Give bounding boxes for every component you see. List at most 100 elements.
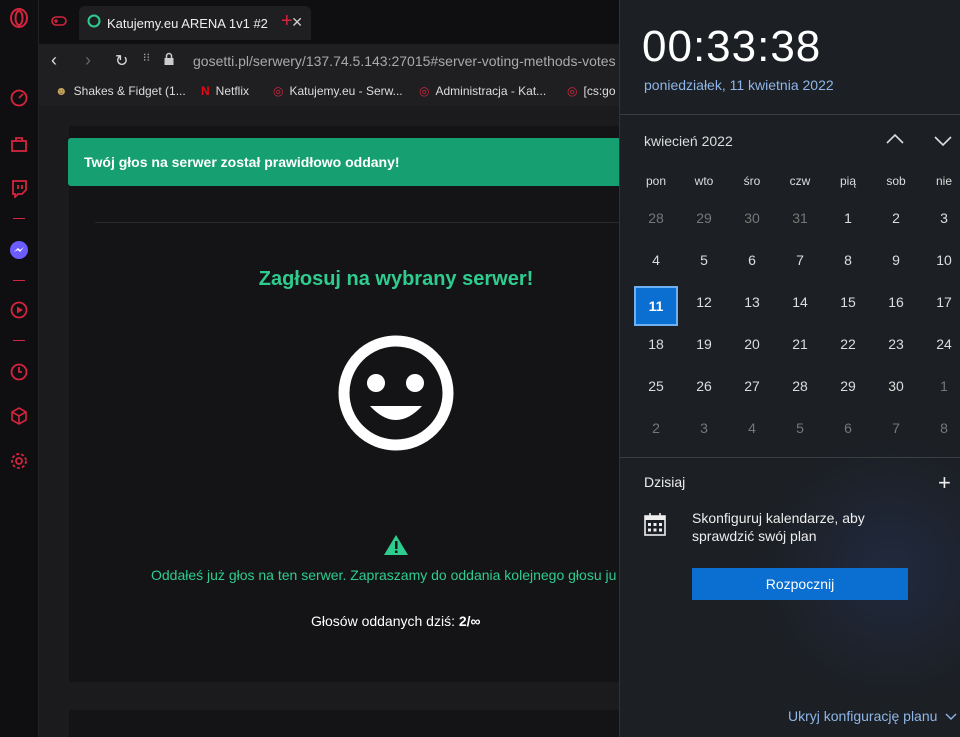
calendar-day[interactable]: 7 bbox=[876, 420, 916, 436]
calendar-flyout: 00:33:38 poniedziałek, 11 kwietnia 2022 … bbox=[619, 0, 960, 737]
weekday-header: pią bbox=[839, 174, 856, 188]
opera-favicon-icon: ◎ bbox=[567, 84, 578, 98]
reload-icon[interactable]: ↻ bbox=[115, 51, 128, 71]
calendar-day[interactable]: 24 bbox=[924, 336, 960, 352]
bookmark-item[interactable]: ◎ [cs:go bbox=[567, 84, 616, 98]
calendar-day[interactable]: 2 bbox=[636, 420, 676, 436]
start-button[interactable]: Rozpocznij bbox=[692, 568, 908, 600]
tab-title: Katujemy.eu ARENA 1v1 #2 bbox=[107, 15, 268, 31]
weekday-header: czw bbox=[789, 174, 811, 188]
calendar-day[interactable]: 2 bbox=[876, 210, 916, 226]
calendar-day[interactable]: 22 bbox=[828, 336, 868, 352]
netflix-favicon-icon: N bbox=[201, 84, 210, 98]
calendar-month[interactable]: kwiecień 2022 bbox=[644, 133, 733, 149]
hide-plan-link[interactable]: Ukryj konfigurację planu bbox=[788, 708, 957, 724]
back-icon[interactable]: ‹ bbox=[51, 50, 57, 71]
add-event-plus-icon[interactable]: + bbox=[938, 470, 951, 496]
calendar-day[interactable]: 6 bbox=[828, 420, 868, 436]
calendar-day[interactable]: 28 bbox=[636, 210, 676, 226]
calendar-day[interactable]: 15 bbox=[828, 294, 868, 310]
calendar-day[interactable]: 9 bbox=[876, 252, 916, 268]
url-field[interactable]: gosetti.pl/serwery/137.74.5.143:27015#se… bbox=[193, 53, 616, 69]
calendar-day[interactable]: 25 bbox=[636, 378, 676, 394]
calendar-day[interactable]: 6 bbox=[732, 252, 772, 268]
bookmark-item[interactable]: N Netflix bbox=[201, 84, 249, 98]
clock-time: 00:33:38 bbox=[642, 22, 822, 71]
calendar-day[interactable]: 1 bbox=[924, 378, 960, 394]
calendar-day[interactable]: 3 bbox=[684, 420, 724, 436]
calendar-day[interactable]: 29 bbox=[684, 210, 724, 226]
calendar-day[interactable]: 5 bbox=[684, 252, 724, 268]
weekday-header: pon bbox=[645, 174, 667, 188]
next-card bbox=[69, 710, 620, 737]
calendar-day[interactable]: 8 bbox=[924, 420, 960, 436]
calendar-day[interactable]: 16 bbox=[876, 294, 916, 310]
chevron-down-icon[interactable] bbox=[934, 134, 952, 152]
gamepad-icon[interactable] bbox=[51, 14, 67, 33]
today-label: Dzisiaj bbox=[644, 474, 686, 490]
warning-message: Oddałeś już głos na ten serwer. Zaprasza… bbox=[151, 567, 617, 583]
calendar-day[interactable]: 30 bbox=[732, 210, 772, 226]
bookmark-item[interactable]: ◎ Katujemy.eu - Serw... bbox=[273, 84, 403, 98]
new-tab-plus-icon[interactable]: + bbox=[281, 10, 293, 33]
site-favicon-icon bbox=[87, 14, 101, 33]
lock-icon[interactable] bbox=[163, 52, 175, 71]
weekday-header: śro bbox=[743, 174, 761, 188]
warning-triangle-icon bbox=[383, 534, 409, 561]
calendar-day[interactable]: 8 bbox=[828, 252, 868, 268]
calendar-day[interactable]: 29 bbox=[828, 378, 868, 394]
twitch-icon[interactable] bbox=[9, 178, 29, 198]
clock-date[interactable]: poniedziałek, 11 kwietnia 2022 bbox=[644, 77, 834, 93]
bookmark-item[interactable]: ◎ Administracja - Kat... bbox=[419, 84, 546, 98]
calendar-day[interactable]: 4 bbox=[732, 420, 772, 436]
calendar-day[interactable]: 14 bbox=[780, 294, 820, 310]
shop-bag-icon[interactable] bbox=[9, 134, 29, 154]
player-icon[interactable] bbox=[9, 300, 29, 320]
calendar-day[interactable]: 7 bbox=[780, 252, 820, 268]
calendar-day[interactable]: 28 bbox=[780, 378, 820, 394]
chevron-up-icon[interactable] bbox=[886, 132, 904, 150]
calendar-day[interactable]: 26 bbox=[684, 378, 724, 394]
vote-card: Zagłosuj na wybrany serwer! Oddałeś już … bbox=[69, 126, 620, 682]
calendar-day[interactable]: 3 bbox=[924, 210, 960, 226]
history-clock-icon[interactable] bbox=[9, 362, 29, 382]
weekday-header: wto bbox=[694, 174, 714, 188]
web-content: Zagłosuj na wybrany serwer! Oddałeś już … bbox=[39, 106, 620, 737]
votes-counter: Głosów oddanych dziś: 2/∞ bbox=[311, 613, 481, 629]
settings-gear-icon[interactable] bbox=[9, 451, 29, 471]
forward-icon[interactable]: › bbox=[85, 50, 91, 71]
calendar-day[interactable]: 4 bbox=[636, 252, 676, 268]
calendar-day[interactable]: 23 bbox=[876, 336, 916, 352]
calendar-day[interactable]: 10 bbox=[924, 252, 960, 268]
calendar-day[interactable]: 30 bbox=[876, 378, 916, 394]
calendar-day[interactable]: 1 bbox=[828, 210, 868, 226]
messenger-icon[interactable] bbox=[9, 240, 29, 260]
weekday-header: sob bbox=[886, 174, 906, 188]
calendar-day[interactable]: 12 bbox=[684, 294, 724, 310]
calendar-day[interactable]: 19 bbox=[684, 336, 724, 352]
opera-logo-icon[interactable] bbox=[9, 8, 29, 28]
calendar-day[interactable]: 21 bbox=[780, 336, 820, 352]
weekday-header: nie bbox=[935, 174, 952, 188]
calendar-day[interactable]: 18 bbox=[636, 336, 676, 352]
calendar-day[interactable]: 5 bbox=[780, 420, 820, 436]
close-tab-icon[interactable]: ✕ bbox=[291, 14, 303, 31]
security-dots-icon[interactable]: ⁝⁝ bbox=[143, 51, 150, 64]
calendar-day[interactable]: 17 bbox=[924, 294, 960, 310]
bookmark-item[interactable]: ☻ Shakes & Fidget (1... bbox=[55, 84, 186, 98]
calendar-day-today[interactable]: 11 bbox=[634, 286, 678, 326]
shakes-fidget-favicon-icon: ☻ bbox=[55, 84, 68, 98]
calendar-day[interactable]: 20 bbox=[732, 336, 772, 352]
calendar-day[interactable]: 27 bbox=[732, 378, 772, 394]
chevron-down-small-icon bbox=[945, 713, 957, 720]
speed-dial-icon[interactable] bbox=[9, 88, 29, 108]
success-alert: Twój głos na serwer został prawidłowo od… bbox=[68, 138, 620, 186]
calendar-day[interactable]: 13 bbox=[732, 294, 772, 310]
tab-active[interactable]: Katujemy.eu ARENA 1v1 #2 ✕ bbox=[79, 6, 311, 40]
calendar-day[interactable]: 31 bbox=[780, 210, 820, 226]
calendar-icon bbox=[644, 512, 666, 541]
votes-value: 2/∞ bbox=[458, 613, 481, 629]
extensions-cube-icon[interactable] bbox=[9, 406, 29, 426]
smiley-face-icon bbox=[337, 334, 455, 457]
bookmarks-bar: ☻ Shakes & Fidget (1... N Netflix ◎ Katu… bbox=[39, 78, 620, 107]
